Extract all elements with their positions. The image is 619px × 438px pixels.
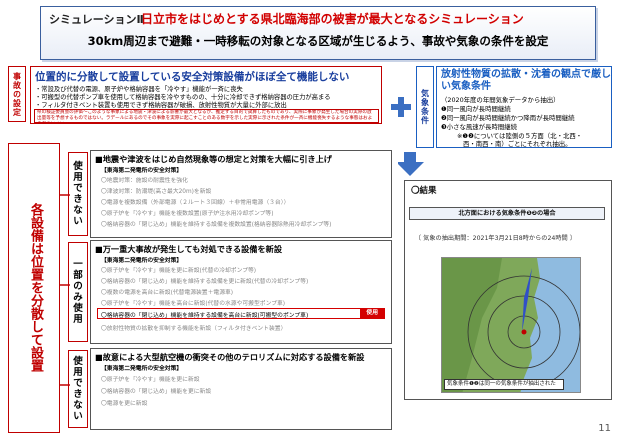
section-heading: 【東海第二発電所の安全対策】 <box>101 168 183 174</box>
dispersion-map: 気象条件❶❷は同一の気象条件が抽出された <box>441 257 581 393</box>
weather-side-label: 気象条件 <box>416 66 434 148</box>
section-title: ■故意による大型航空機の衝突その他のテロリズムに対応する設備を新設 <box>95 352 365 362</box>
section-item: 〇地震対策：施設の耐震性を強化 <box>101 178 188 184</box>
category-label: 使用できない <box>73 161 83 227</box>
plus-icon <box>391 97 411 117</box>
category-box-unusable: 使用できない <box>68 350 88 428</box>
weather-line: （2020年度の年間気象データから抽出） <box>441 96 560 104</box>
section-item: 〇格納容器の「閉じ込め」機能を更に新設 <box>101 389 212 395</box>
weather-line: ❶同一風向が長時間継続 <box>441 105 511 113</box>
map-caption: 気象条件❶❷は同一の気象条件が抽出された <box>444 379 564 390</box>
section-item: 〇格納容器の「閉じ込め」機能を維持する設備を更に新設(代替の冷却ポンプ等) <box>101 279 309 285</box>
weather-title: 放射性物質の拡散・沈着の観点で厳しい気象条件 <box>441 69 611 92</box>
section-item: 〇電源を複数設備（外部電源（２ルート３回線）＋非常用電源（３台）） <box>101 200 290 206</box>
result-box: 〇結果 北方面における気象条件❶❷の場合 〔 気象の抽出期間：2021年3月21… <box>404 180 612 400</box>
section-title: ■地震や津波をはじめ自然現象等の想定と対策を大幅に引き上げ <box>95 154 332 164</box>
category-box-partial: 一部のみ使用 <box>68 242 88 342</box>
header-box: シミュレーションⅡ 日立市をはじめとする県北臨海部の被害が最大となるシミュレーシ… <box>40 6 596 60</box>
highlighted-item: 〇格納容器の「閉じ込め」機能を維持する設備を高台に新設(可搬型のポンプ車) 使用 <box>97 308 385 319</box>
accident-side-label: 事故の設定 <box>8 66 26 122</box>
used-tag: 使用 <box>360 309 384 318</box>
section-item: 〇原子炉を「冷やす」機能を高台に新設(代替の水源や可搬型ポンプ車) <box>101 301 286 307</box>
section-item: 〇原子炉を「冷やす」機能を更に新設 <box>101 377 200 383</box>
section-heading: 【東海第二発電所の安全対策】 <box>101 366 183 372</box>
section-heading: 【東海第二発電所の安全対策】 <box>101 258 183 264</box>
simulation-label: シミュレーションⅡ <box>49 13 144 26</box>
result-date: 〔 気象の抽出期間：2021年3月21日8時からの24時間 〕 <box>415 235 576 242</box>
weather-box: 放射性物質の拡散・沈着の観点で厳しい気象条件 （2020年度の年間気象データから… <box>436 66 612 148</box>
section-item: 〇津波対策：防潮堤(高さ最大20m)を新設 <box>101 189 212 195</box>
category-box-unusable: 使用できない <box>68 152 88 236</box>
result-arrow-icon <box>398 152 424 176</box>
map-graphic <box>442 258 580 392</box>
weather-line: ❸小さな風速が長時間継続 <box>441 123 518 131</box>
accident-note: 県の検証委員会の評価～このような事象による地震・津波による影響が最大となるが、推… <box>34 109 379 123</box>
page-number: 11 <box>598 423 611 434</box>
section-severe-accident: ■万一重大事故が発生しても対処できる設備を新設 【東海第二発電所の安全対策】 〇… <box>90 240 392 344</box>
big-label-box: 各設備は位置を分散して設置 <box>8 143 60 433</box>
section-item: 〇複数の電源を高台に新設(代替電源装置＋電源車) <box>101 290 234 296</box>
result-title: 〇結果 <box>411 186 437 196</box>
section-item: 〇原子炉を「冷やす」機能を更に新設(代替の冷却ポンプ等) <box>101 268 257 274</box>
section-item: 〇格納容器の「閉じ込め」機能を維持する設備を複数設置(格納容器除熱用冷却ポンプ等… <box>101 222 332 228</box>
section-item: 〇放射性物質の拡散を抑制する機能を新設（フィルタ付きベント装置） <box>101 326 287 332</box>
section-item: 〇電源を更に新設 <box>101 401 148 407</box>
section-terrorism: ■故意による大型航空機の衝突その他のテロリズムに対応する設備を新設 【東海第二発… <box>90 348 392 430</box>
big-label: 各設備は位置を分散して設置 <box>28 202 43 372</box>
section-item: 〇格納容器の「閉じ込め」機能を維持する設備を高台に新設(可搬型のポンプ車) <box>101 313 309 319</box>
result-subtitle: 北方面における気象条件❶❷の場合 <box>409 207 605 220</box>
category-label: 一部のみ使用 <box>73 259 83 325</box>
accident-title: 位置的に分散して設置している安全対策設備がほぼ全て機能しない <box>35 71 350 83</box>
page-subtitle: 30km周辺まで避難・一時移転の対象となる区域が生じるよう、事故や気象の条件を設… <box>87 34 549 48</box>
weather-line: ❷同一風向が長時間継続かつ降雨が長時間継続 <box>441 114 575 122</box>
category-label: 使用できない <box>73 356 83 422</box>
section-title: ■万一重大事故が発生しても対処できる設備を新設 <box>95 244 283 254</box>
accident-bullet: ・フィルタ付きベント装置も使用できず格納容器が破損、放射性物質が大量に外部に放出 <box>35 102 287 109</box>
section-item: 〇原子炉を「冷やす」機能を複数設置(原子炉注水用冷却ポンプ等) <box>101 211 274 217</box>
weather-line: 西・南西・南）ごとにそれぞれ抽出。 <box>463 140 572 148</box>
section-natural-disaster: ■地震や津波をはじめ自然現象等の想定と対策を大幅に引き上げ 【東海第二発電所の安… <box>90 150 392 238</box>
page-title: 日立市をはじめとする県北臨海部の被害が最大となるシミュレーション <box>141 12 524 26</box>
